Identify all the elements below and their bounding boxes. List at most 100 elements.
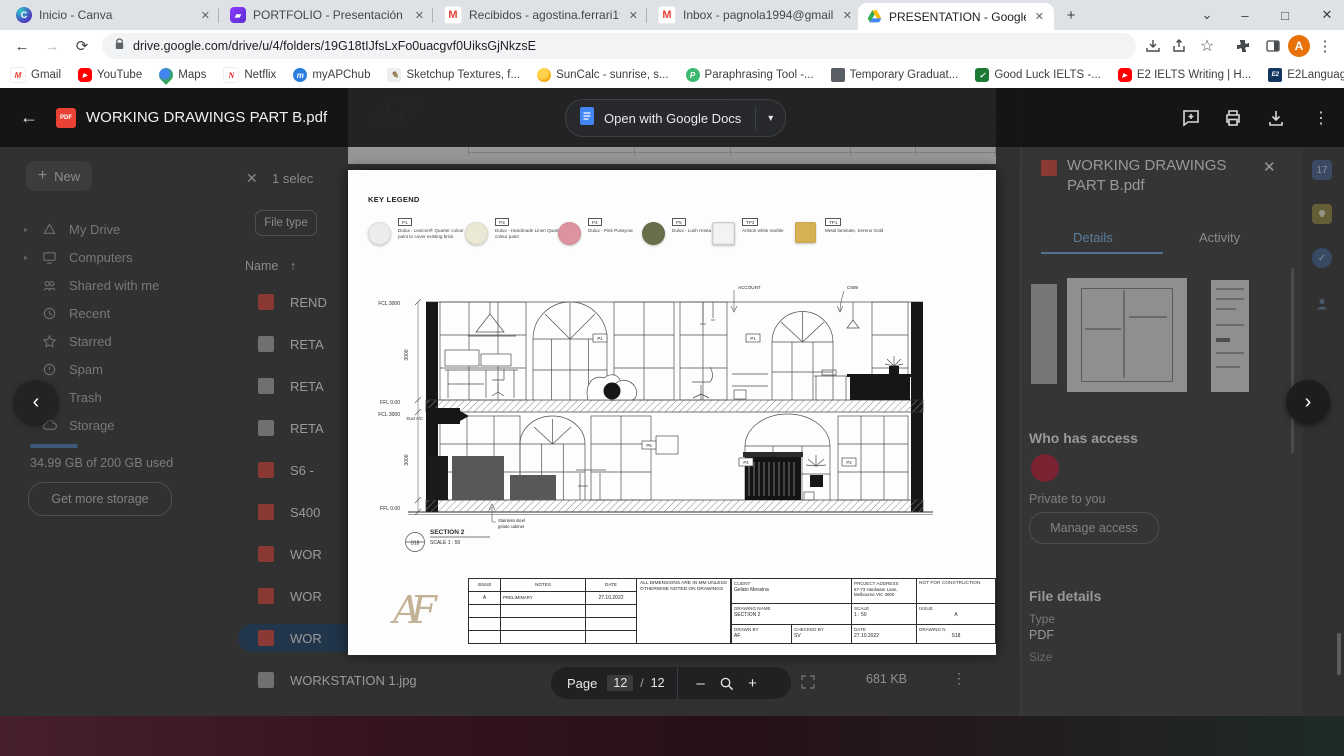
youtube-icon bbox=[78, 68, 93, 82]
add-comment-icon[interactable] bbox=[1180, 107, 1202, 129]
bookmark-e2language[interactable]: E2Language.com –... bbox=[1268, 68, 1344, 82]
zoom-out-button[interactable]: – bbox=[688, 675, 714, 692]
browser-menu-icon[interactable]: ⋮ bbox=[1314, 36, 1336, 56]
tab-close-icon[interactable]: ✕ bbox=[627, 9, 640, 22]
panel-scrollbar[interactable] bbox=[1291, 268, 1294, 453]
keep-icon[interactable] bbox=[1312, 204, 1332, 224]
next-page-button[interactable]: › bbox=[1286, 380, 1330, 424]
tab-close-icon[interactable]: ✕ bbox=[841, 9, 854, 22]
browser-tab-canva[interactable]: Inicio - Canva ✕ bbox=[8, 0, 220, 30]
share-icon[interactable] bbox=[1168, 36, 1190, 56]
sidebar-item-shared-with-me[interactable]: Shared with me bbox=[22, 271, 222, 299]
bookmark-sketchup[interactable]: Sketchup Textures, f... bbox=[387, 68, 520, 82]
expand-chevron-icon[interactable]: ▸ bbox=[22, 225, 30, 234]
drive-new-button[interactable]: + New bbox=[26, 161, 92, 191]
row-menu-icon[interactable]: ⋮ bbox=[952, 670, 966, 687]
contacts-icon[interactable] bbox=[1312, 294, 1332, 314]
calendar-icon[interactable]: 17 bbox=[1312, 160, 1332, 180]
profile-avatar[interactable]: A bbox=[1288, 35, 1310, 57]
lock-icon bbox=[114, 37, 125, 55]
file-row-selected[interactable]: WOR bbox=[258, 626, 348, 650]
file-row[interactable]: RETA bbox=[258, 374, 348, 398]
file-row[interactable]: RETA bbox=[258, 332, 348, 356]
storage-usage-text: 34.99 GB of 200 GB used bbox=[30, 456, 174, 470]
fit-to-page-icon[interactable] bbox=[800, 674, 816, 695]
browser-tab-recibidos[interactable]: Recibidos - agostina.ferrari1994 ✕ bbox=[436, 0, 648, 30]
file-row[interactable]: WOR bbox=[258, 542, 348, 566]
download-icon[interactable] bbox=[1265, 107, 1287, 129]
bookmark-myapchub[interactable]: myAPChub bbox=[293, 68, 370, 82]
reload-button[interactable]: ⟳ bbox=[70, 34, 94, 58]
annotation: C609 bbox=[847, 285, 858, 290]
bookmark-e2-ielts[interactable]: E2 IELTS Writing | H... bbox=[1117, 68, 1251, 82]
browser-tab-presentation-active[interactable]: PRESENTATION - Google Drive ✕ bbox=[858, 3, 1054, 30]
plus-icon: + bbox=[37, 167, 48, 184]
bookmark-suncalc[interactable]: SunCalc - sunrise, s... bbox=[537, 68, 669, 82]
google-docs-icon bbox=[580, 106, 594, 130]
extensions-puzzle-icon[interactable] bbox=[1232, 36, 1254, 56]
previous-page-button[interactable]: ‹ bbox=[14, 380, 58, 424]
tab-search-button[interactable]: ⌄ bbox=[1190, 0, 1224, 30]
bookmark-star-icon[interactable]: ☆ bbox=[1196, 36, 1218, 56]
tab-activity[interactable]: Activity bbox=[1199, 230, 1240, 245]
window-maximize-button[interactable]: □ bbox=[1268, 0, 1302, 30]
name-column-header[interactable]: Name ↑ bbox=[245, 259, 296, 273]
tab-close-icon[interactable]: ✕ bbox=[199, 9, 212, 22]
pdf-file-icon: PDF bbox=[56, 108, 76, 128]
file-row[interactable]: S6 - bbox=[258, 458, 348, 482]
window-close-button[interactable]: ✕ bbox=[1310, 0, 1344, 30]
bookmark-goodluck-ielts[interactable]: Good Luck IELTS -... bbox=[975, 68, 1101, 82]
sidebar-item-computers[interactable]: ▸ Computers bbox=[22, 243, 222, 271]
clear-selection-icon[interactable]: ✕ bbox=[246, 170, 258, 187]
tab-close-icon[interactable]: ✕ bbox=[1033, 10, 1046, 23]
tab-close-icon[interactable]: ✕ bbox=[413, 9, 426, 22]
back-button[interactable]: ← bbox=[10, 34, 34, 58]
window-minimize-button[interactable]: – bbox=[1228, 0, 1262, 30]
open-with-dropdown-caret[interactable]: ▾ bbox=[756, 113, 785, 124]
expand-chevron-icon[interactable]: ▸ bbox=[22, 253, 30, 262]
manage-access-button[interactable]: Manage access bbox=[1029, 512, 1159, 544]
tab-separator bbox=[218, 8, 219, 23]
sidebar-item-starred[interactable]: Starred bbox=[22, 327, 222, 355]
side-panel-icon[interactable] bbox=[1262, 36, 1284, 56]
zoom-in-button[interactable]: + bbox=[740, 675, 766, 692]
client-cell: CLIENT Gelato Messina bbox=[732, 579, 852, 603]
bookmarks-bar: Gmail YouTube Maps Netflix myAPChub Sket… bbox=[0, 62, 1344, 88]
browser-tab-inbox[interactable]: Inbox - pagnola1994@gmail.com ✕ bbox=[650, 0, 862, 30]
sidebar-item-my-drive[interactable]: ▸ My Drive bbox=[22, 215, 222, 243]
get-more-storage-button[interactable]: Get more storage bbox=[28, 482, 172, 516]
file-row[interactable]: S400 bbox=[258, 500, 348, 524]
file-row[interactable]: WOR bbox=[258, 584, 348, 608]
bookmark-netflix[interactable]: Netflix bbox=[223, 67, 276, 83]
current-page-input[interactable]: 12 bbox=[607, 675, 634, 691]
bookmark-paraphrasing[interactable]: Paraphrasing Tool -... bbox=[685, 68, 814, 82]
sidebar-item-recent[interactable]: Recent bbox=[22, 299, 222, 327]
url-bar[interactable]: drive.google.com/drive/u/4/folders/19G18… bbox=[102, 33, 1136, 59]
new-tab-button[interactable]: + bbox=[1058, 0, 1084, 30]
details-file-title: WORKING DRAWINGS PART B.pdf bbox=[1067, 157, 1227, 194]
finish-tag: P4 bbox=[743, 460, 749, 465]
annotation: ACCOUNT bbox=[738, 285, 761, 290]
file-row[interactable]: REND bbox=[258, 290, 348, 314]
close-details-icon[interactable]: ✕ bbox=[1263, 158, 1276, 176]
bookmark-gmail[interactable]: Gmail bbox=[10, 67, 61, 83]
bookmark-maps[interactable]: Maps bbox=[156, 65, 206, 85]
nfc-cell: NOT FOR CONSTRUCTION bbox=[919, 580, 981, 586]
bookmark-temporary-grad[interactable]: Temporary Graduat... bbox=[830, 68, 958, 82]
tasks-icon[interactable]: ✓ bbox=[1312, 248, 1332, 268]
save-offline-icon[interactable] bbox=[1142, 36, 1164, 56]
zoom-tool-icon[interactable] bbox=[714, 676, 740, 691]
file-type-filter-chip[interactable]: File type bbox=[255, 210, 317, 236]
sidebar-item-spam[interactable]: Spam bbox=[22, 355, 222, 383]
file-row[interactable]: RETA bbox=[258, 416, 348, 440]
image-file-icon bbox=[258, 378, 274, 394]
tab-details[interactable]: Details bbox=[1073, 230, 1113, 245]
window-scrollbar[interactable] bbox=[1337, 633, 1341, 675]
forward-button[interactable]: → bbox=[40, 34, 64, 58]
browser-tab-portfolio[interactable]: PORTFOLIO - Presentación ✕ bbox=[222, 0, 434, 30]
pdf-back-button[interactable]: ← bbox=[20, 107, 38, 128]
header-more-options-icon[interactable]: ⋮ bbox=[1310, 107, 1332, 129]
bookmark-youtube[interactable]: YouTube bbox=[78, 68, 142, 82]
open-with-google-docs-button[interactable]: Open with Google Docs ▾ bbox=[565, 99, 787, 137]
print-icon[interactable] bbox=[1222, 107, 1244, 129]
